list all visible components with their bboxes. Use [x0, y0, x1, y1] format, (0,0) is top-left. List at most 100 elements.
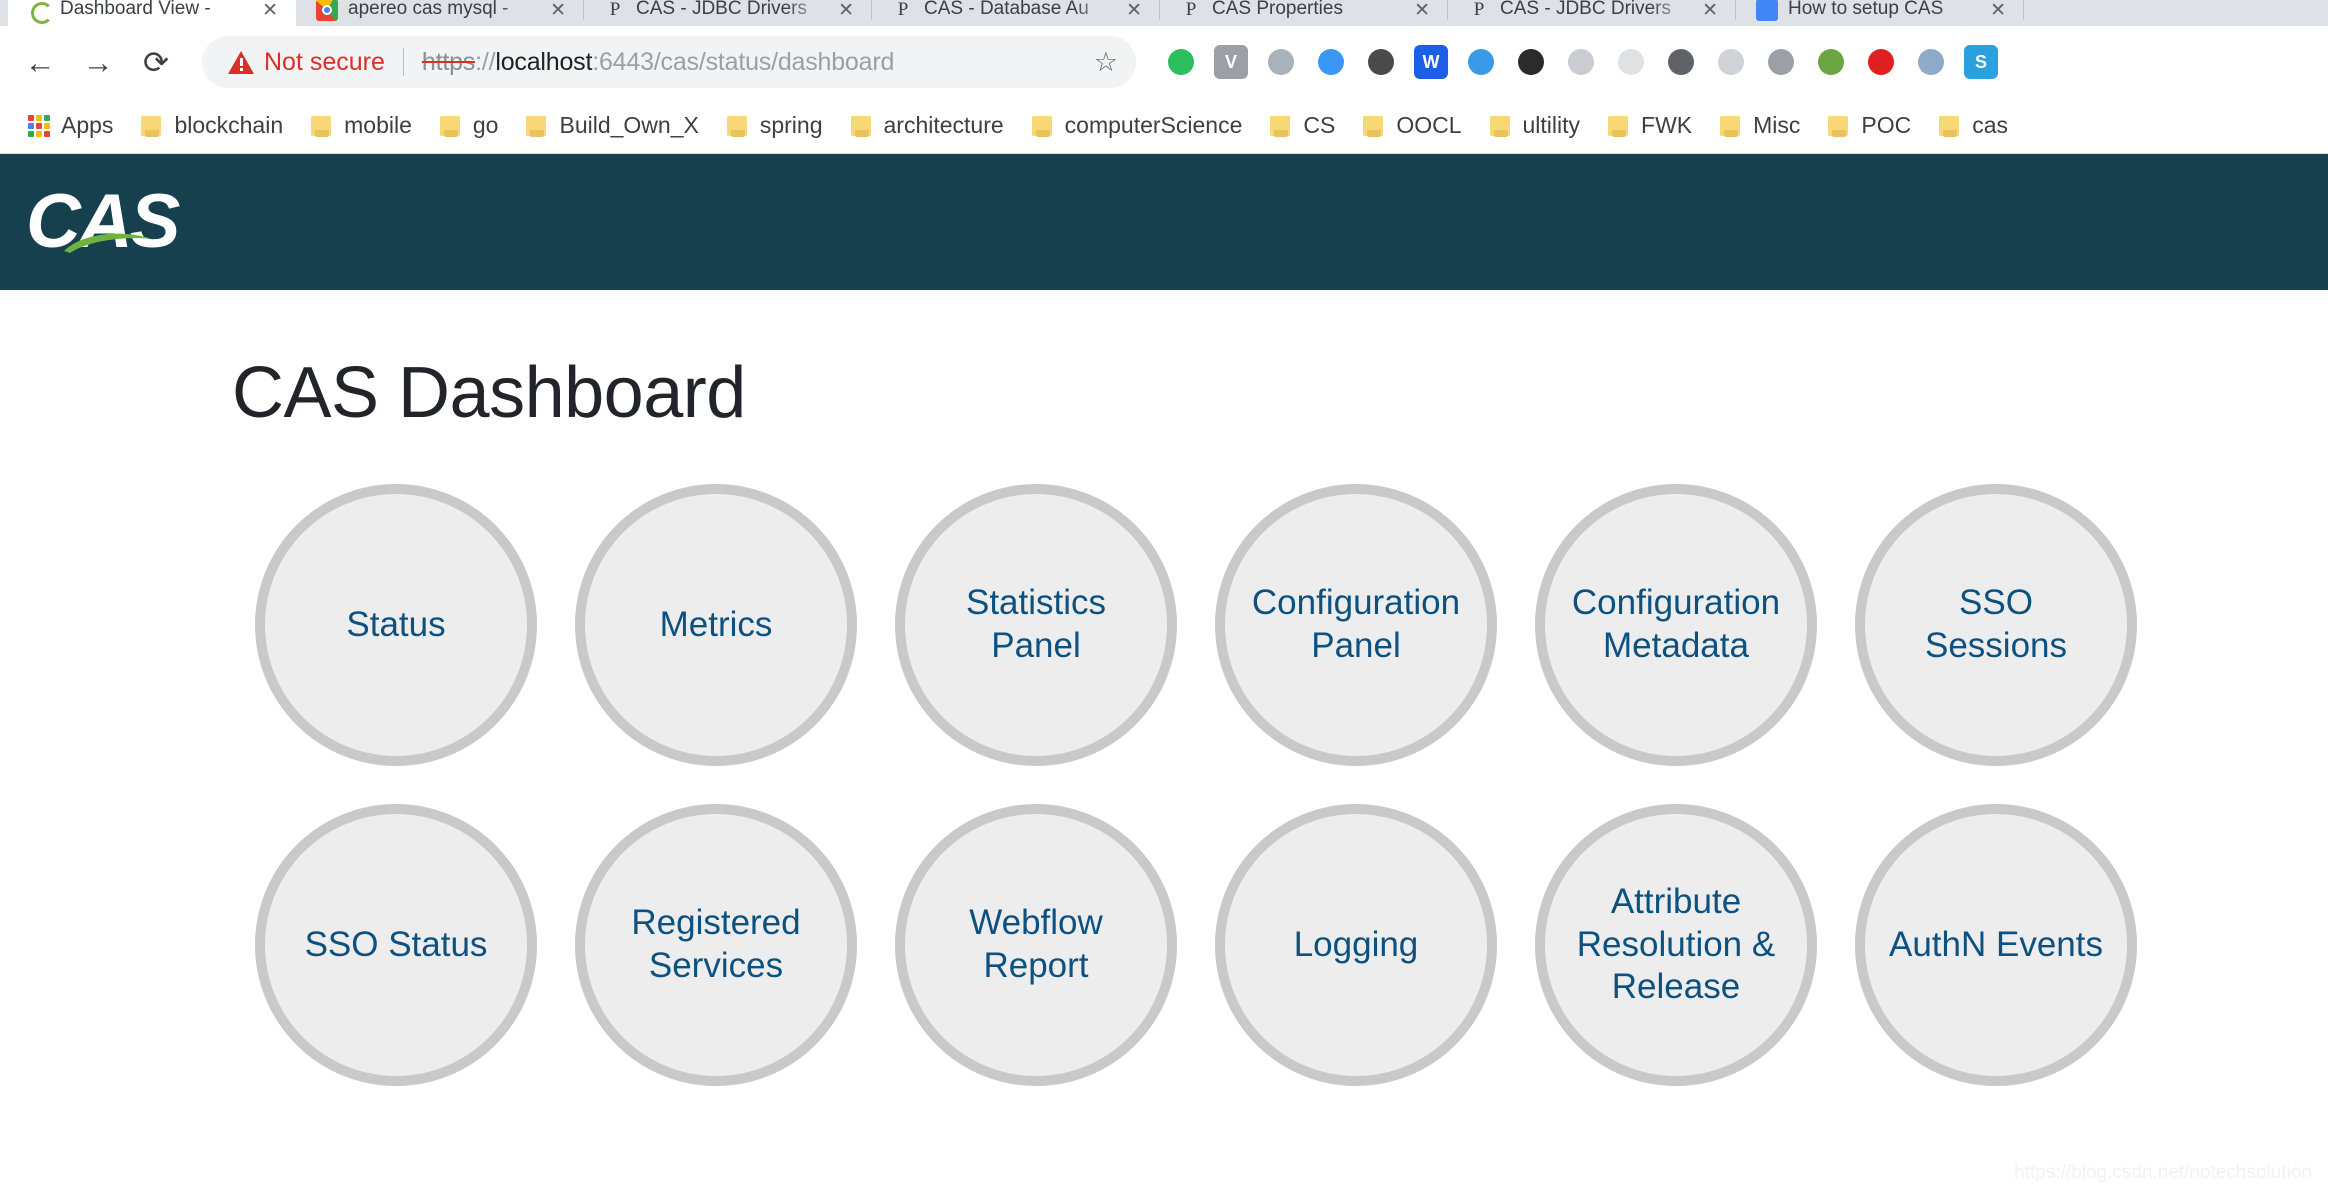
bookmark-item[interactable]: spring [713, 104, 837, 148]
bookmark-item[interactable]: FWK [1594, 104, 1706, 148]
extension-glyph [1868, 49, 1894, 75]
tab-close-icon[interactable]: ✕ [1990, 1, 2006, 20]
tab-title: CAS - JDBC Drivers [636, 0, 808, 19]
tab-favicon-icon [604, 0, 626, 21]
react-extension-icon[interactable] [1614, 45, 1648, 79]
bookmark-item[interactable]: POC [1814, 104, 1925, 148]
bookmark-item[interactable]: blockchain [127, 104, 297, 148]
dashboard-tile-label: Metrics [659, 604, 773, 644]
dashboard-tile-label: Attribute Resolution & Release [1576, 881, 1776, 1007]
pulse-extension-icon[interactable] [1464, 45, 1498, 79]
extension-icons: VWS [1164, 45, 1998, 79]
extension-glyph [1918, 49, 1944, 75]
tab-close-icon[interactable]: ✕ [1414, 1, 1430, 20]
bookmark-item[interactable]: cas [1925, 104, 2022, 148]
browser-tab[interactable]: How to setup CAS ✕ [1736, 0, 2024, 26]
folder-icon [850, 115, 873, 137]
tab-title: How to setup CAS [1788, 0, 1944, 19]
browser-tab[interactable]: CAS - JDBC Drivers ✕ [1448, 0, 1736, 26]
bookmark-item[interactable]: Apps [14, 104, 127, 148]
dashboard-tile[interactable]: Statistics Panel [895, 484, 1177, 766]
tab-close-icon[interactable]: ✕ [838, 1, 854, 20]
extension-glyph [1818, 49, 1844, 75]
wunderlist-extension-icon[interactable]: W [1414, 45, 1448, 79]
forward-button[interactable]: → [72, 36, 124, 88]
browser-tab[interactable]: Dashboard View - ✕ [8, 0, 296, 26]
tab-title: apereo cas mysql - [348, 0, 509, 19]
vimeo-extension-icon[interactable]: V [1214, 45, 1248, 79]
address-bar[interactable]: Not secure https://localhost:6443/cas/st… [202, 36, 1136, 88]
extension-glyph [1618, 49, 1644, 75]
dashboard-tile[interactable]: Configuration Metadata [1535, 484, 1817, 766]
red-badge-extension-icon[interactable] [1864, 45, 1898, 79]
waveform-extension-icon[interactable] [1514, 45, 1548, 79]
dashboard-tile[interactable]: Configuration Panel [1215, 484, 1497, 766]
browser-toolbar: ← → ⟳ Not secure https://localhost:6443/… [0, 26, 2328, 98]
bookmark-item[interactable]: Misc [1706, 104, 1814, 148]
gray-circle-extension-icon[interactable] [1264, 45, 1298, 79]
bookmark-item[interactable]: computerScience [1018, 104, 1257, 148]
folder-icon [141, 115, 163, 137]
skype-extension-icon[interactable]: S [1964, 45, 1998, 79]
tab-close-icon[interactable]: ✕ [262, 1, 278, 20]
folder-icon [726, 115, 749, 137]
pocket-shield-extension-icon[interactable] [1364, 45, 1398, 79]
tab-favicon-icon [1756, 0, 1778, 21]
url-text: https://localhost:6443/cas/status/dashbo… [422, 48, 894, 77]
folder-icon [1720, 115, 1742, 137]
quote-extension-icon[interactable] [1714, 45, 1748, 79]
security-status-label: Not secure [264, 47, 385, 76]
dashboard-tile[interactable]: Status [255, 484, 537, 766]
tab-close-icon[interactable]: ✕ [1126, 1, 1142, 20]
dashboard-tile[interactable]: AuthN Events [1855, 804, 2137, 1086]
dashboard-tile[interactable]: Metrics [575, 484, 857, 766]
browser-window: Dashboard View -✕apereo cas mysql -✕CAS … [0, 0, 2328, 1192]
folder-icon [439, 115, 462, 137]
dashboard-tile[interactable]: SSO Status [255, 804, 537, 1086]
dashboard-tile-label: SSO Status [304, 924, 488, 964]
reload-button[interactable]: ⟳ [130, 36, 182, 88]
dashboard-tile-label: Logging [1293, 924, 1419, 964]
dashboard-tile-label: SSO Sessions [1924, 583, 2068, 665]
folder-icon [1031, 115, 1054, 137]
bookmark-label: mobile [344, 112, 412, 138]
browser-tab[interactable]: CAS - Database Au ✕ [872, 0, 1160, 26]
search-extension-icon[interactable] [1814, 45, 1848, 79]
sitemap-extension-icon[interactable] [1564, 45, 1598, 79]
film-reel-extension-icon[interactable] [1664, 45, 1698, 79]
dashboard-tile[interactable]: Logging [1215, 804, 1497, 1086]
omnibox-divider [402, 48, 404, 76]
tab-favicon-icon [28, 0, 53, 24]
folder-icon [526, 115, 548, 137]
folder-icon [1939, 115, 1961, 137]
dashboard-tile[interactable]: Webflow Report [895, 804, 1177, 1086]
bookmark-label: Misc [1753, 112, 1801, 138]
extension-glyph [1168, 49, 1194, 75]
dashboard-tile[interactable]: Attribute Resolution & Release [1535, 804, 1817, 1086]
bookmark-item[interactable]: OOCL [1349, 104, 1475, 148]
folder-icon [1828, 115, 1850, 137]
bookmark-item[interactable]: go [426, 104, 513, 148]
url-path: :6443/cas/status/dashboard [592, 47, 895, 76]
bookmark-label: go [472, 112, 499, 138]
bookmark-item[interactable]: Build_Own_X [512, 104, 712, 148]
bookmark-item[interactable]: mobile [297, 104, 426, 148]
dashboard-tile[interactable]: SSO Sessions [1855, 484, 2137, 766]
cas-site-header: CAS [0, 154, 2328, 290]
blue-drop-extension-icon[interactable] [1314, 45, 1348, 79]
browser-tab[interactable]: CAS - JDBC Drivers ✕ [584, 0, 872, 26]
opera-extension-icon[interactable] [1764, 45, 1798, 79]
dashboard-tile[interactable]: Registered Services [575, 804, 857, 1086]
bookmark-item[interactable]: ultility [1476, 104, 1595, 148]
bookmark-star-icon[interactable]: ☆ [1094, 48, 1118, 76]
bookmark-item[interactable]: CS [1256, 104, 1349, 148]
cas-logo[interactable]: CAS [26, 179, 196, 265]
bookmark-item[interactable]: architecture [837, 104, 1018, 148]
tab-close-icon[interactable]: ✕ [550, 1, 566, 20]
browser-tab[interactable]: apereo cas mysql - ✕ [296, 0, 584, 26]
browser-tab[interactable]: CAS Properties ✕ [1160, 0, 1448, 26]
back-button[interactable]: ← [14, 36, 66, 88]
evernote-extension-icon[interactable] [1164, 45, 1198, 79]
ring-extension-icon[interactable] [1914, 45, 1948, 79]
tab-close-icon[interactable]: ✕ [1702, 1, 1718, 20]
